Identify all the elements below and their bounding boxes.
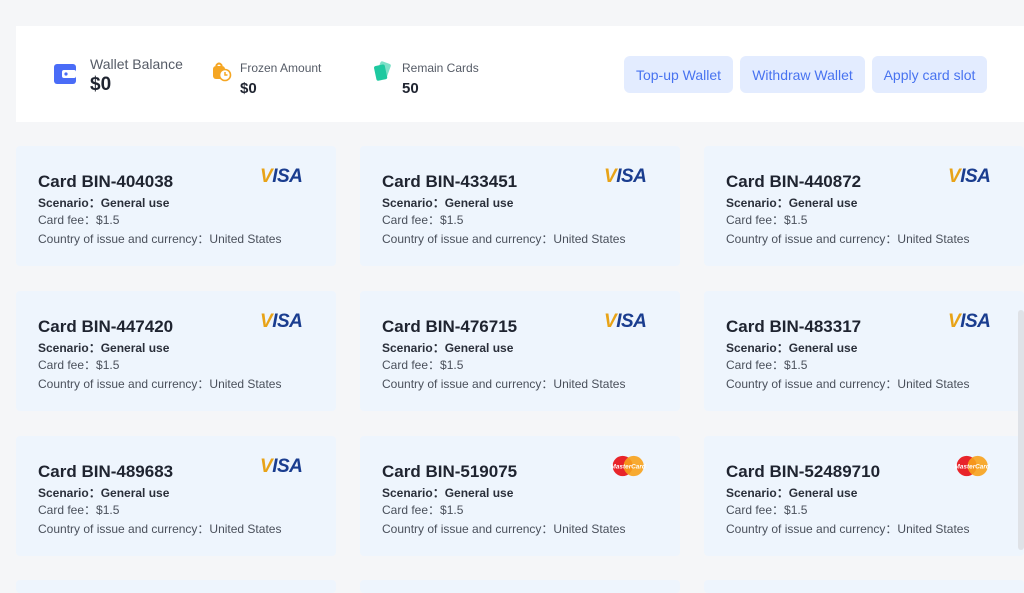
remain-cards-label: Remain Cards [402, 61, 479, 75]
card-fee: Card fee：$1.5 [726, 358, 808, 372]
card-bin-item-partial[interactable] [16, 580, 336, 593]
card-scenario: Scenario：General use [726, 341, 858, 355]
wallet-balance-value: $0 [90, 74, 112, 95]
svg-text:MasterCard: MasterCard [955, 463, 991, 470]
card-scenario: Scenario：General use [38, 486, 170, 500]
card-scenario: Scenario：General use [382, 486, 514, 500]
remain-cards-stat: Remain Cards 50 [372, 60, 479, 100]
card-bin-item[interactable]: Card BIN-476715 Scenario：General use Car… [360, 291, 680, 411]
topup-wallet-button[interactable]: Top-up Wallet [624, 56, 733, 93]
card-scenario: Scenario：General use [38, 196, 170, 210]
card-bin-item[interactable]: Card BIN-447420 Scenario：General use Car… [16, 291, 336, 411]
card-bin-item[interactable]: Card BIN-52489710 Scenario：General use C… [704, 436, 1024, 556]
wallet-balance-label: Wallet Balance [90, 56, 183, 72]
card-bin-item[interactable]: Card BIN-519075 Scenario：General use Car… [360, 436, 680, 556]
card-fee: Card fee：$1.5 [382, 213, 464, 227]
card-country: Country of issue and currency：United Sta… [382, 522, 626, 536]
card-scenario: Scenario：General use [382, 341, 514, 355]
card-bin-item-partial[interactable] [360, 580, 680, 593]
card-bin-title: Card BIN-519075 [382, 462, 518, 481]
frozen-clock-icon [213, 62, 232, 82]
card-bin-title: Card BIN-489683 [38, 462, 174, 481]
card-bin-title: Card BIN-404038 [38, 172, 174, 191]
visa-logo-icon: VISA [260, 456, 303, 477]
card-bin-item[interactable]: Card BIN-489683 Scenario：General use Car… [16, 436, 336, 556]
card-bin-title: Card BIN-476715 [382, 317, 518, 336]
card-fee: Card fee：$1.5 [38, 213, 120, 227]
wallet-balance-stat: Wallet Balance $0 [52, 56, 183, 96]
visa-logo-icon: VISA [260, 166, 303, 187]
card-fee: Card fee：$1.5 [726, 213, 808, 227]
card-scenario: Scenario：General use [38, 341, 170, 355]
card-fee: Card fee：$1.5 [726, 503, 808, 517]
card-bin-item[interactable]: Card BIN-483317 Scenario：General use Car… [704, 291, 1024, 411]
frozen-amount-value: $0 [240, 80, 257, 97]
card-fee: Card fee：$1.5 [382, 358, 464, 372]
visa-logo-icon: VISA [948, 311, 991, 332]
card-scenario: Scenario：General use [726, 196, 858, 210]
card-country: Country of issue and currency：United Sta… [382, 232, 626, 246]
visa-logo-icon: VISA [604, 166, 647, 187]
card-fee: Card fee：$1.5 [382, 503, 464, 517]
card-bin-title: Card BIN-483317 [726, 317, 862, 336]
frozen-amount-label: Frozen Amount [240, 61, 322, 75]
mastercard-logo-icon: MasterCard [611, 455, 647, 477]
card-country: Country of issue and currency：United Sta… [38, 377, 282, 391]
remain-cards-value: 50 [402, 80, 419, 97]
wallet-icon [54, 64, 76, 84]
cards-icon [374, 61, 391, 81]
scrollbar[interactable] [1018, 310, 1024, 550]
card-bin-title: Card BIN-447420 [38, 317, 174, 336]
card-scenario: Scenario：General use [726, 486, 858, 500]
card-bin-item[interactable]: Card BIN-440872 Scenario：General use Car… [704, 146, 1024, 266]
visa-logo-icon: VISA [260, 311, 303, 332]
apply-card-slot-button[interactable]: Apply card slot [872, 56, 987, 93]
card-country: Country of issue and currency：United Sta… [726, 232, 970, 246]
card-country: Country of issue and currency：United Sta… [38, 522, 282, 536]
card-bin-item-partial[interactable] [704, 580, 1024, 593]
card-bin-item[interactable]: Card BIN-433451 Scenario：General use Car… [360, 146, 680, 266]
card-country: Country of issue and currency：United Sta… [726, 522, 970, 536]
card-country: Country of issue and currency：United Sta… [382, 377, 626, 391]
frozen-amount-stat: Frozen Amount $0 [210, 60, 321, 100]
mastercard-logo-icon: MasterCard [955, 455, 991, 477]
wallet-summary-panel: Wallet Balance $0 Frozen Amount $0 Remai… [16, 26, 1024, 122]
card-bin-title: Card BIN-52489710 [726, 462, 881, 481]
card-fee: Card fee：$1.5 [38, 358, 120, 372]
card-country: Country of issue and currency：United Sta… [38, 232, 282, 246]
withdraw-wallet-button[interactable]: Withdraw Wallet [740, 56, 865, 93]
card-fee: Card fee：$1.5 [38, 503, 120, 517]
card-scenario: Scenario：General use [382, 196, 514, 210]
svg-text:MasterCard: MasterCard [611, 463, 647, 470]
visa-logo-icon: VISA [948, 166, 991, 187]
card-bin-title: Card BIN-433451 [382, 172, 518, 191]
card-country: Country of issue and currency：United Sta… [726, 377, 970, 391]
visa-logo-icon: VISA [604, 311, 647, 332]
card-bin-title: Card BIN-440872 [726, 172, 862, 191]
card-bin-item[interactable]: Card BIN-404038 Scenario：General use Car… [16, 146, 336, 266]
